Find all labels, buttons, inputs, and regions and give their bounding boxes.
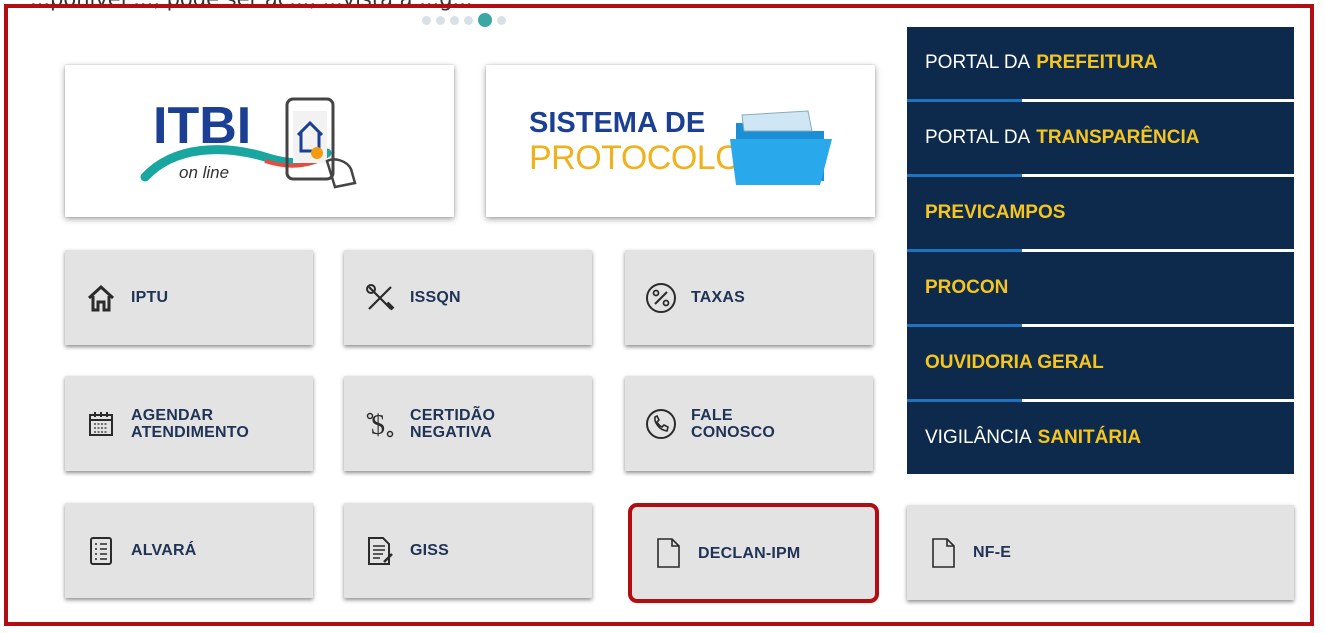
agendar-label: AGENDAR ATENDIMENTO bbox=[131, 407, 249, 441]
taxas-button[interactable]: TAXAS bbox=[625, 250, 873, 345]
dollar-percent-icon: $ bbox=[364, 408, 396, 440]
issqn-label: ISSQN bbox=[410, 289, 461, 306]
fale-label-line1: FALE bbox=[691, 406, 733, 424]
protocolo-line2: PROTOCOLO bbox=[529, 139, 741, 177]
checklist-document-icon bbox=[85, 535, 117, 567]
certidao-label-line1: CERTIDÃO bbox=[410, 406, 496, 424]
document-edit-icon bbox=[364, 535, 396, 567]
vigilancia-sanitaria-link[interactable]: VIGILÂNCIA SANITÁRIA bbox=[907, 402, 1294, 474]
taxas-label: TAXAS bbox=[691, 289, 746, 306]
agendar-atendimento-button[interactable]: AGENDAR ATENDIMENTO bbox=[65, 376, 313, 471]
carousel-dot-active[interactable] bbox=[478, 13, 492, 27]
declan-ipm-button[interactable]: DECLAN-IPM bbox=[632, 507, 875, 599]
carousel-dot[interactable] bbox=[464, 15, 473, 25]
calendar-icon bbox=[85, 408, 117, 440]
nf-e-button[interactable]: NF-E bbox=[907, 505, 1294, 600]
tablet-house-icon bbox=[285, 97, 357, 189]
nfe-label: NF-E bbox=[973, 544, 1012, 561]
portal-transparencia-link[interactable]: PORTAL DA TRANSPARÊNCIA bbox=[907, 102, 1294, 177]
iptu-label: IPTU bbox=[131, 289, 169, 306]
document-icon bbox=[927, 537, 959, 569]
svg-text:PROTOCOLO: PROTOCOLO bbox=[529, 139, 741, 177]
folder-icon bbox=[730, 110, 832, 185]
carousel-dot[interactable] bbox=[422, 15, 431, 25]
home-icon bbox=[85, 282, 117, 314]
ouvidoria-geral-link[interactable]: OUVIDORIA GERAL bbox=[907, 327, 1294, 402]
document-icon bbox=[652, 537, 684, 569]
previcampos-link[interactable]: PREVICAMPOS bbox=[907, 177, 1294, 252]
certidao-label-line2: NEGATIVA bbox=[410, 423, 492, 441]
svg-text:$: $ bbox=[371, 410, 385, 440]
side-link-highlight: PREVICAMPOS bbox=[925, 202, 1066, 223]
side-link-highlight: PREFEITURA bbox=[1036, 52, 1158, 73]
carousel-dot[interactable] bbox=[450, 15, 459, 25]
side-link-highlight: SANITÁRIA bbox=[1037, 427, 1142, 448]
sistema-protocolo-banner[interactable]: SISTEMA DE PROTOCOLO bbox=[486, 65, 875, 217]
side-link-prefix: VIGILÂNCIA bbox=[925, 427, 1032, 448]
agendar-label-line2: ATENDIMENTO bbox=[131, 423, 250, 441]
protocolo-logo: SISTEMA DE PROTOCOLO bbox=[529, 107, 832, 185]
percent-icon bbox=[645, 282, 677, 314]
certidao-label: CERTIDÃO NEGATIVA bbox=[410, 407, 495, 441]
iptu-button[interactable]: IPTU bbox=[65, 250, 313, 345]
portal-prefeitura-link[interactable]: PORTAL DA PREFEITURA bbox=[907, 27, 1294, 102]
itbi-subtitle: on line bbox=[179, 163, 229, 182]
giss-label: GISS bbox=[410, 542, 450, 559]
alvara-button[interactable]: ALVARÁ bbox=[65, 503, 313, 598]
fale-conosco-button[interactable]: FALE CONOSCO bbox=[625, 376, 873, 471]
fale-label-line2: CONOSCO bbox=[691, 423, 776, 441]
fale-label: FALE CONOSCO bbox=[691, 407, 775, 441]
side-link-highlight: PROCON bbox=[925, 277, 1009, 298]
side-link-highlight: OUVIDORIA GERAL bbox=[925, 352, 1104, 373]
giss-button[interactable]: GISS bbox=[344, 503, 592, 598]
declan-label: DECLAN-IPM bbox=[698, 544, 801, 562]
side-links: PORTAL DA PREFEITURA PORTAL DA TRANSPARÊ… bbox=[907, 27, 1294, 477]
carousel-dot[interactable] bbox=[497, 15, 506, 25]
svg-text:SISTEMA DE: SISTEMA DE bbox=[529, 107, 705, 139]
side-link-prefix: PORTAL DA bbox=[925, 52, 1031, 73]
tools-icon bbox=[364, 282, 396, 314]
carousel-dots bbox=[422, 13, 506, 27]
procon-link[interactable]: PROCON bbox=[907, 252, 1294, 327]
alvara-label: ALVARÁ bbox=[131, 542, 197, 559]
itbi-logo: ITBI on line bbox=[140, 97, 357, 189]
issqn-button[interactable]: ISSQN bbox=[344, 250, 592, 345]
itbi-online-banner[interactable]: ITBI on line bbox=[65, 65, 454, 217]
side-link-prefix: PORTAL DA bbox=[925, 127, 1031, 148]
protocolo-line1: SISTEMA DE bbox=[529, 107, 705, 139]
carousel-dot[interactable] bbox=[436, 15, 445, 25]
phone-icon bbox=[645, 408, 677, 440]
side-link-highlight: TRANSPARÊNCIA bbox=[1036, 127, 1200, 148]
agendar-label-line1: AGENDAR bbox=[131, 406, 214, 424]
certidao-negativa-button[interactable]: $ CERTIDÃO NEGATIVA bbox=[344, 376, 592, 471]
svg-text:on line: on line bbox=[179, 163, 229, 182]
